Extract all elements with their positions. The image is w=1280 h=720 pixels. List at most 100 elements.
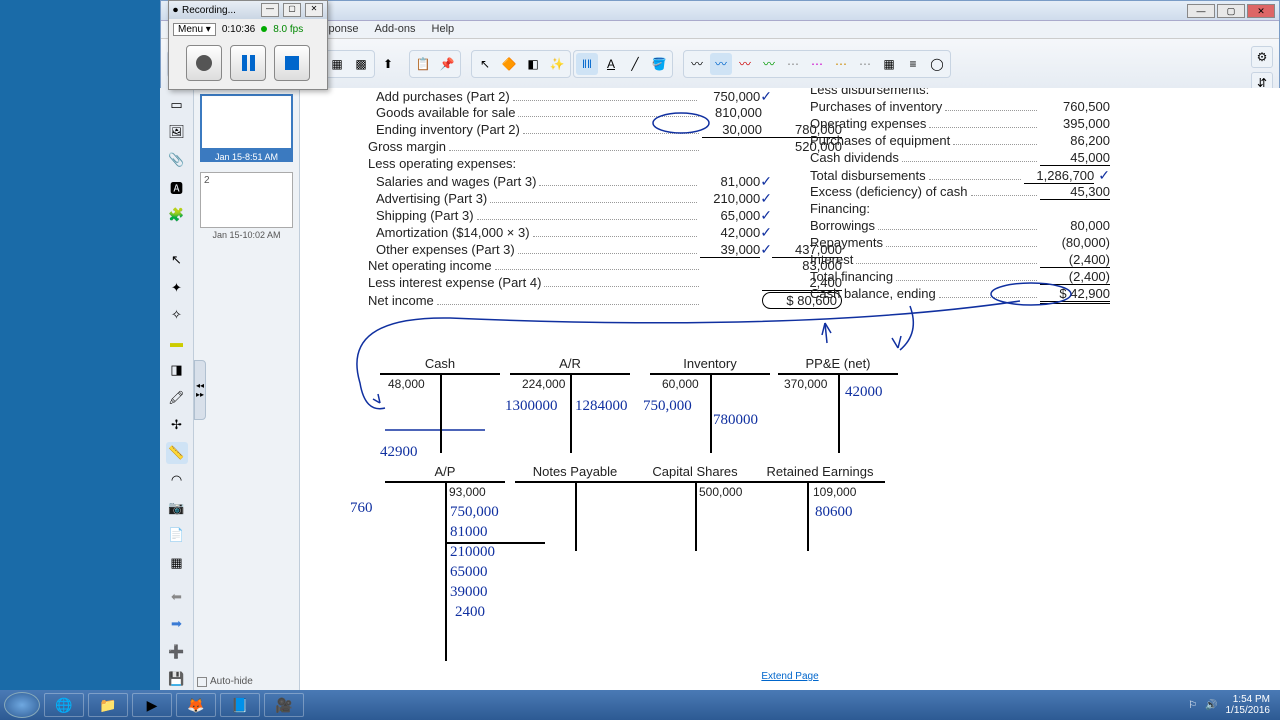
hw-ar-credit: 1284000: [575, 398, 628, 415]
extend-page-link[interactable]: Extend Page: [761, 671, 818, 682]
income-statement: Add purchases (Part 2)750,000✓ Goods ava…: [362, 88, 842, 309]
paste-icon[interactable]: 📋: [412, 53, 434, 75]
recording-icon: ⏺: [173, 5, 178, 16]
t-account-notes-payable: Notes Payable: [515, 464, 635, 551]
select-icon[interactable]: ↖: [474, 53, 496, 75]
bucket-icon[interactable]: 🪣: [648, 53, 670, 75]
props-tab-icon[interactable]: 🅰: [166, 177, 188, 199]
maximize-button[interactable]: ▢: [1217, 4, 1245, 18]
hw-inv-credit: 780000: [713, 412, 758, 429]
taskbar-media[interactable]: ▶: [132, 693, 172, 717]
rec-record-button[interactable]: [186, 45, 222, 81]
pen-sel-icon[interactable]: 〰: [710, 53, 732, 75]
system-tray[interactable]: ⚐ 🔊 1:54 PM1/15/2016: [1188, 694, 1276, 716]
pen-d3-icon[interactable]: ⋯: [830, 53, 852, 75]
rec-min-button[interactable]: —: [261, 3, 279, 17]
left-sidebar: ▭ 🖼 📎 🅰 🧩 ↖ ✦ ✧ ▬ ◨ 🖍 ✢ 📏 ◠ 📷 📄 ▦ ⬅ ➡ ➕ …: [160, 88, 194, 690]
rec-stop-button[interactable]: [274, 45, 310, 81]
eraser-tool-icon[interactable]: ◨: [166, 360, 188, 382]
gallery-tab-icon[interactable]: 🖼: [166, 122, 188, 144]
text-icon[interactable]: A: [600, 53, 622, 75]
page-up-icon[interactable]: ⬆: [377, 53, 399, 75]
tray-clock[interactable]: 1:54 PM1/15/2016: [1226, 694, 1271, 716]
settings-icon[interactable]: ⚙: [1251, 46, 1273, 68]
pen-d4-icon[interactable]: ⋯: [854, 53, 876, 75]
menu-help[interactable]: Help: [424, 21, 463, 38]
more-icon[interactable]: ◯: [926, 53, 948, 75]
table-icon[interactable]: ▦: [326, 53, 348, 75]
eraser-icon[interactable]: ◧: [522, 53, 544, 75]
t-account-cash: Cash 48,000: [380, 356, 500, 453]
compass-icon[interactable]: ✢: [166, 415, 188, 437]
pens-icon[interactable]: ‖‖: [576, 53, 598, 75]
pointer-tool-icon[interactable]: ↖: [166, 249, 188, 271]
rec-pause-button[interactable]: [230, 45, 266, 81]
minimize-button[interactable]: —: [1187, 4, 1215, 18]
add-page-icon[interactable]: ➕: [166, 641, 188, 663]
thumbnail-1[interactable]: [200, 94, 293, 150]
rec-fps: 8.0 fps: [273, 24, 303, 35]
rec-menu-button[interactable]: Menu ▾: [173, 23, 216, 36]
close-button[interactable]: ✕: [1247, 4, 1275, 18]
back-arrow-icon[interactable]: ⬅: [166, 586, 188, 608]
wand2-icon[interactable]: ✧: [166, 304, 188, 326]
rec-max-button[interactable]: ▢: [283, 3, 301, 17]
forward-arrow-icon[interactable]: ➡: [166, 613, 188, 635]
thumbnail-1-label: Jan 15-8:51 AM: [200, 150, 293, 162]
shapes-icon[interactable]: 🔶: [498, 53, 520, 75]
rec-time: 0:10:36: [222, 24, 255, 35]
wand1-icon[interactable]: ✦: [166, 277, 188, 299]
page-canvas[interactable]: Add purchases (Part 2)750,000✓ Goods ava…: [300, 88, 1280, 690]
grid-icon[interactable]: ▩: [350, 53, 372, 75]
menu-bar: Response Add-ons Help: [161, 21, 1279, 39]
autohide-checkbox[interactable]: Auto-hide: [194, 673, 256, 690]
recording-title-bar[interactable]: ⏺ Recording... — ▢ ✕: [169, 1, 327, 19]
pin-icon[interactable]: 📌: [436, 53, 458, 75]
hw-ap-2: 81000: [450, 524, 488, 541]
hw-cash-end: 42900: [380, 444, 418, 461]
magic-icon[interactable]: ✨: [546, 53, 568, 75]
pages-tab-icon[interactable]: ▭: [166, 94, 188, 116]
protractor-icon[interactable]: ◠: [166, 470, 188, 492]
grid2-icon[interactable]: ▦: [166, 552, 188, 574]
taskbar: 🌐 📁 ▶ 🦊 📘 🎥 ⚐ 🔊 1:54 PM1/15/2016: [0, 690, 1280, 720]
hw-ap-6: 2400: [455, 604, 485, 621]
start-button[interactable]: [4, 692, 40, 718]
camera-icon[interactable]: 📷: [166, 497, 188, 519]
attach-tab-icon[interactable]: 📎: [166, 149, 188, 171]
doc-icon[interactable]: 📄: [166, 525, 188, 547]
page-thumbnails: Jan 15-8:51 AM 2 Jan 15-10:02 AM Auto-hi…: [194, 88, 300, 690]
menu-addons[interactable]: Add-ons: [367, 21, 424, 38]
thumbnail-2[interactable]: 2: [200, 172, 293, 228]
tray-flag-icon[interactable]: ⚐: [1188, 700, 1197, 711]
pen-d1-icon[interactable]: ⋯: [782, 53, 804, 75]
pen-d2-icon[interactable]: ⋯: [806, 53, 828, 75]
hw-ap-3: 210000: [450, 544, 495, 561]
pen-red-icon[interactable]: 〰: [734, 53, 756, 75]
taskbar-notebook[interactable]: 📘: [220, 693, 260, 717]
rec-close-button[interactable]: ✕: [305, 3, 323, 17]
pen-green-icon[interactable]: 〰: [758, 53, 780, 75]
taskbar-explorer[interactable]: 📁: [88, 693, 128, 717]
hw-inv-debit: 750,000: [643, 398, 692, 415]
hw-ap-4: 65000: [450, 564, 488, 581]
toolbar: ◄ ► ✖ 🖵 🔍 ✕ ▦ ▩ ⬆ 📋 📌 ↖ 🔶 ◧ ✨ ‖‖ A: [161, 39, 1279, 89]
taskbar-firefox[interactable]: 🦊: [176, 693, 216, 717]
ruler-icon[interactable]: 📏: [166, 442, 188, 464]
crayon-icon[interactable]: 🖍: [166, 387, 188, 409]
panel-toggle[interactable]: ◂◂▸▸: [194, 360, 206, 420]
color-grid-icon[interactable]: ▦: [878, 53, 900, 75]
highlighter-icon[interactable]: ▬: [166, 332, 188, 354]
taskbar-recorder[interactable]: 🎥: [264, 693, 304, 717]
hw-ppe: 42000: [845, 384, 883, 401]
recording-window[interactable]: ⏺ Recording... — ▢ ✕ Menu ▾ 0:10:36 8.0 …: [168, 0, 328, 90]
tray-volume-icon[interactable]: 🔊: [1205, 700, 1217, 711]
pen-black-icon[interactable]: 〰: [686, 53, 708, 75]
save-icon[interactable]: 💾: [166, 668, 188, 690]
taskbar-ie[interactable]: 🌐: [44, 693, 84, 717]
t-account-ppe: PP&E (net) 370,000: [778, 356, 898, 453]
line-icon[interactable]: ╱: [624, 53, 646, 75]
hw-ar-debit: 1300000: [505, 398, 558, 415]
addons-tab-icon[interactable]: 🧩: [166, 204, 188, 226]
line-weight-icon[interactable]: ≡: [902, 53, 924, 75]
